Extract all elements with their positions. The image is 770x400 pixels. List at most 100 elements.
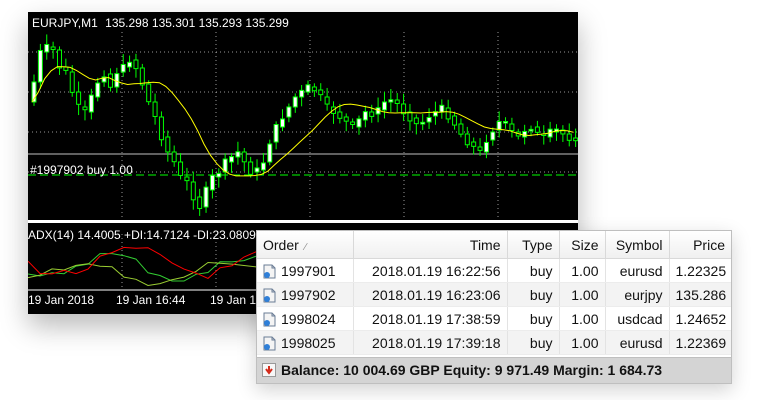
order-symbol: eurusd: [605, 330, 670, 355]
candle-body: [241, 151, 247, 163]
chart-high: 135.301: [151, 16, 196, 30]
order-size: 1.00: [559, 330, 606, 355]
document-order-icon: [263, 288, 276, 303]
candle-body: [184, 176, 190, 182]
column-header-order[interactable]: Order ∕: [257, 231, 354, 259]
candle-body: [426, 117, 432, 123]
candle-body: [158, 116, 164, 141]
candle-body: [343, 116, 349, 122]
candle-body: [88, 94, 94, 113]
order-row[interactable]: 1997901 2018.01.19 16:22:56 buy 1.00 eur…: [257, 258, 731, 283]
candle-body: [95, 82, 101, 98]
balance-summary-row: Balance: 10 004.69 GBP Equity: 9 971.49 …: [257, 357, 731, 383]
candle-body: [566, 133, 572, 141]
column-header-type[interactable]: Type: [507, 231, 560, 259]
column-header-size[interactable]: Size: [559, 231, 606, 259]
candle-body: [37, 49, 43, 83]
candle-body: [381, 101, 387, 111]
candle-body: [413, 117, 419, 125]
orders-header-row: Order ∕ Time Type Size Symbol Price: [257, 231, 731, 259]
column-header-symbol[interactable]: Symbol: [605, 231, 670, 259]
order-size: 1.00: [559, 306, 606, 331]
candle-body: [280, 118, 286, 128]
candle-body: [127, 61, 133, 68]
candle-body: [82, 106, 88, 111]
balance-text: Balance: 10 004.69 GBP Equity: 9 971.49 …: [281, 362, 663, 378]
candle-body: [356, 118, 362, 128]
candle-body: [190, 181, 196, 201]
candle-body: [305, 84, 311, 93]
candle-body: [534, 126, 540, 133]
candle-body: [107, 73, 113, 88]
candle-body: [369, 111, 375, 117]
candle-body: [260, 162, 266, 171]
candle-body: [464, 133, 470, 146]
candle-body: [197, 196, 203, 209]
order-symbol: usdcad: [605, 306, 670, 331]
candle-body: [458, 123, 464, 135]
candle-body: [394, 99, 400, 104]
candle-body: [362, 111, 368, 121]
order-time: 2018.01.19 16:22:56: [353, 258, 508, 283]
candle-body: [420, 121, 426, 125]
candle-body: [273, 123, 279, 143]
chart-symbol: EURJPY,M1: [32, 16, 98, 30]
account-warning-icon: [262, 360, 276, 377]
subwindow-separator: [28, 220, 578, 223]
candle-body: [56, 49, 62, 69]
candle-body: [471, 141, 477, 147]
candle-body: [209, 174, 215, 191]
candle-body: [50, 46, 56, 50]
candle-body: [178, 161, 184, 176]
chart-low: 135.293: [198, 16, 243, 30]
order-type: buy: [507, 282, 560, 307]
candle-body: [203, 186, 209, 208]
order-id: 1998025: [281, 334, 336, 351]
candle-body: [483, 141, 489, 153]
candle-body: [452, 115, 458, 126]
chart-open: 135.298: [105, 16, 149, 30]
candle-body: [216, 172, 222, 178]
orders-table: Order ∕ Time Type Size Symbol Price 19979…: [257, 231, 731, 355]
candle-body: [522, 130, 528, 138]
candle-body: [496, 121, 502, 131]
candle-body: [388, 99, 394, 103]
candle-body: [573, 137, 578, 142]
chart-header: EURJPY,M1 135.298 135.301 135.293 135.29…: [32, 16, 289, 30]
candle-body: [235, 151, 241, 158]
candle-body: [299, 89, 305, 98]
candle-body: [337, 111, 343, 119]
candle-body: [69, 71, 75, 93]
candle-body: [292, 96, 298, 108]
order-row[interactable]: 1997902 2018.01.19 16:23:06 buy 1.00 eur…: [257, 282, 731, 307]
candle-body: [133, 59, 139, 70]
order-row[interactable]: 1998025 2018.01.19 17:39:18 buy 1.00 eur…: [257, 330, 731, 355]
order-symbol: eurusd: [605, 258, 670, 283]
orders-panel: Order ∕ Time Type Size Symbol Price 19979…: [256, 230, 732, 384]
column-header-price[interactable]: Price: [669, 231, 731, 259]
chart-close: 135.299: [245, 16, 289, 30]
order-type: buy: [507, 258, 560, 283]
column-header-time[interactable]: Time: [353, 231, 508, 259]
candle-body: [311, 86, 317, 92]
order-id: 1997902: [281, 286, 336, 303]
order-price: 1.24652: [669, 306, 731, 331]
moving-average-line: [31, 66, 574, 177]
time-axis-label: 19 Jan 16:44: [116, 293, 186, 307]
candle-body: [318, 89, 324, 96]
document-order-icon: [263, 336, 276, 351]
candle-body: [477, 146, 483, 151]
adx-indicator-label: ADX(14) 14.4005 +DI:14.7124 -DI:23.0809: [28, 228, 256, 242]
time-axis-label: 19 Jan 2018: [28, 293, 95, 307]
candle-body: [120, 63, 126, 73]
candle-body: [324, 96, 330, 105]
order-row[interactable]: 1998024 2018.01.19 17:38:59 buy 1.00 usd…: [257, 306, 731, 331]
candle-body: [407, 111, 413, 122]
candle-body: [267, 143, 273, 163]
order-id: 1998024: [281, 310, 336, 327]
document-order-icon: [263, 264, 276, 279]
candle-body: [254, 167, 260, 173]
order-time: 2018.01.19 17:38:59: [353, 306, 508, 331]
candle-body: [509, 123, 515, 132]
order-id: 1997901: [281, 262, 336, 279]
